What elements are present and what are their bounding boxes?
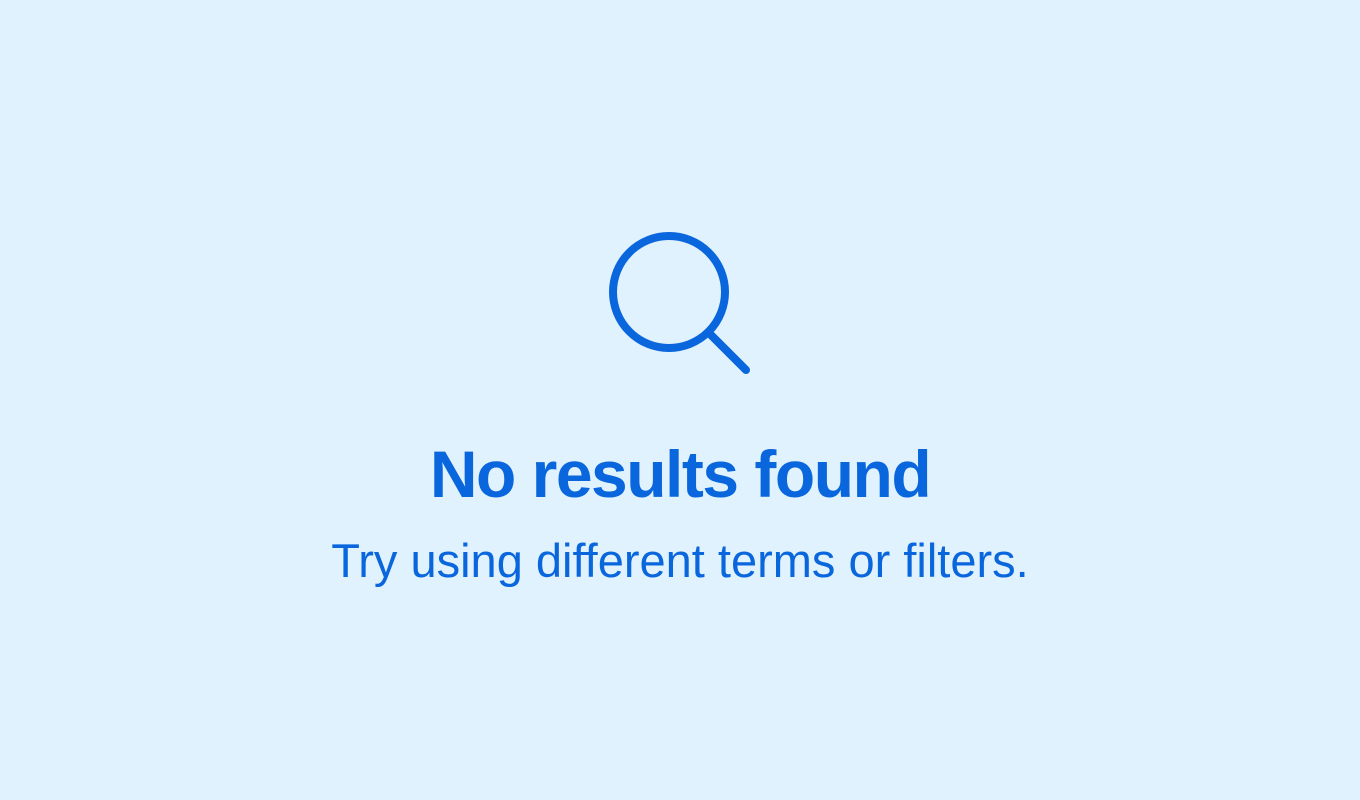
empty-state: No results found Try using different ter… [0, 0, 1360, 800]
search-icon [600, 224, 760, 384]
empty-state-message: Try using different terms or filters. [331, 534, 1029, 587]
empty-state-title: No results found [429, 437, 932, 511]
